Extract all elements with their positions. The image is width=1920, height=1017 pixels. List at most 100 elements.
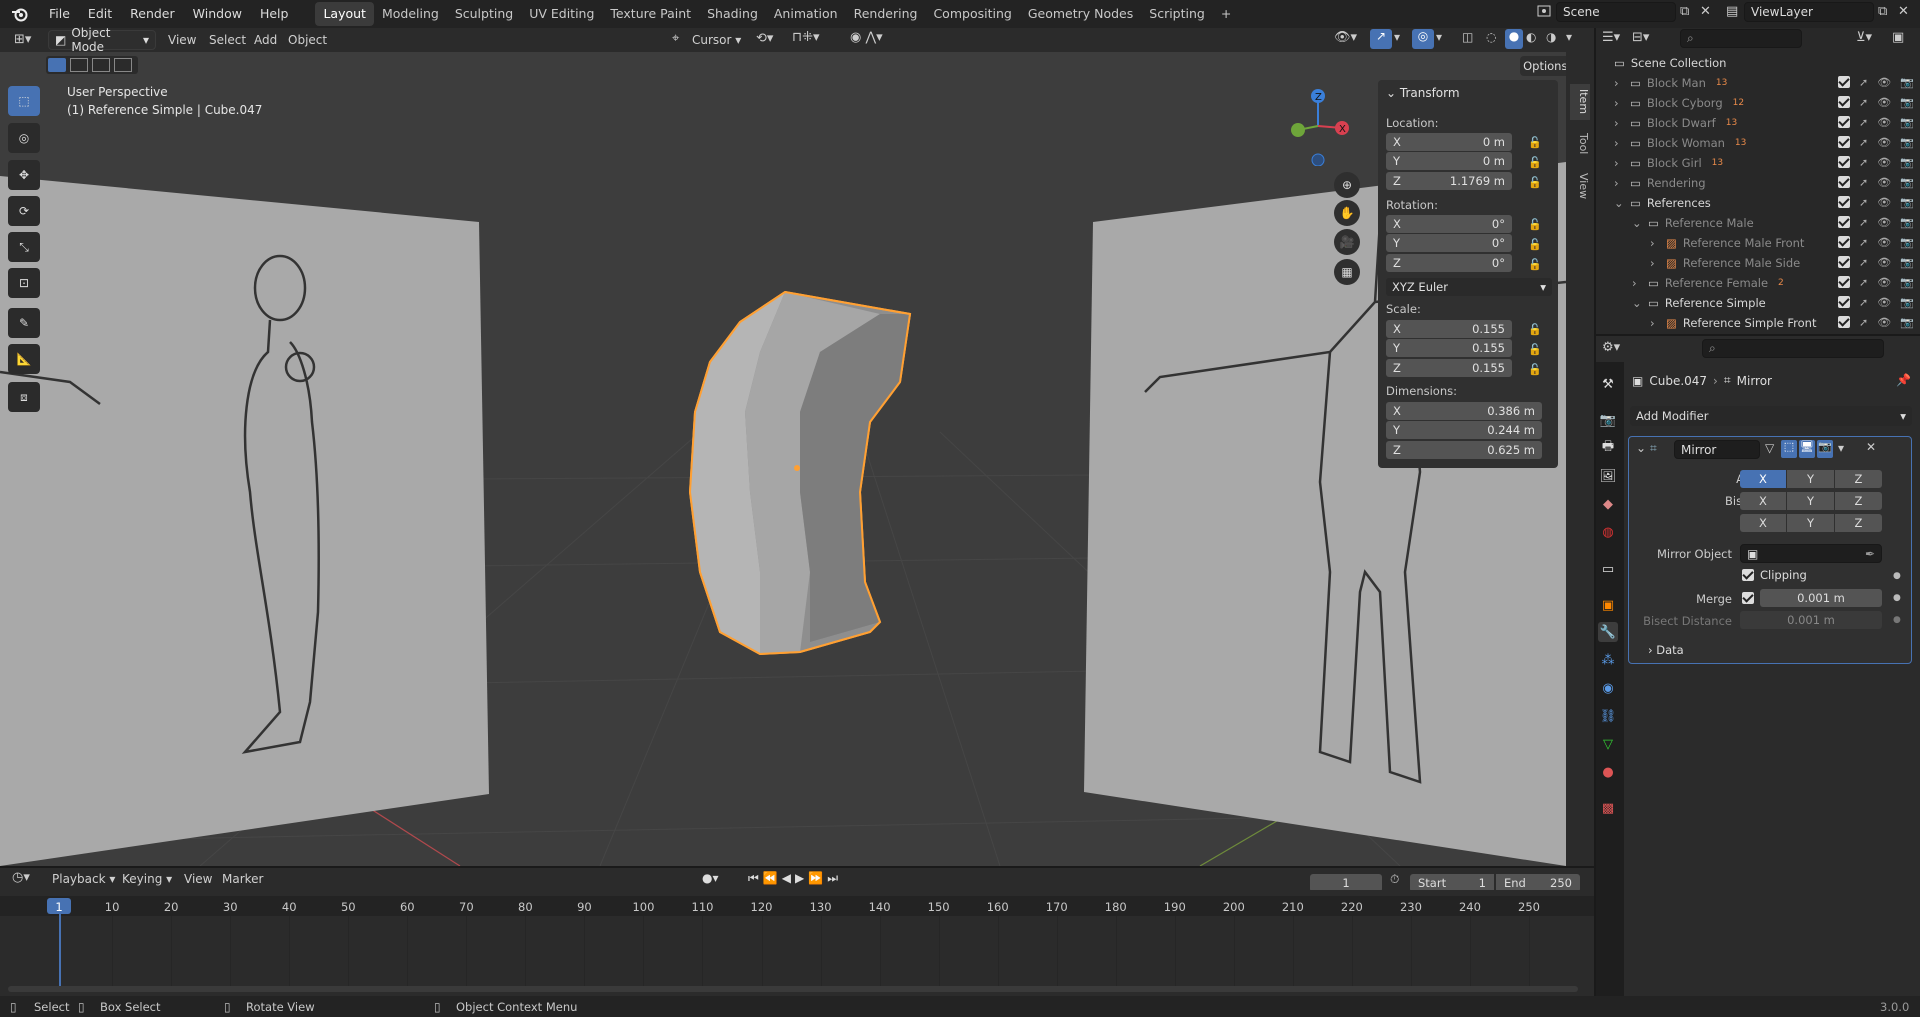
data-properties-icon[interactable]: ▽ xyxy=(1598,734,1618,754)
camera-icon[interactable]: 📷 xyxy=(1900,276,1914,289)
expand-icon[interactable]: › xyxy=(1650,256,1662,270)
gizmo-toggle-icon[interactable]: ↗ xyxy=(1370,29,1392,49)
reference-plane-left[interactable] xyxy=(0,176,489,866)
menu-render[interactable]: Render xyxy=(121,0,184,28)
editor-type-icon[interactable]: ⊞▾ xyxy=(14,32,31,47)
selectable-arrow-icon[interactable]: ➚ xyxy=(1859,216,1868,229)
camera-icon[interactable]: 📷 xyxy=(1900,96,1914,109)
exclude-checkbox-icon[interactable] xyxy=(1838,216,1850,228)
remove-modifier-icon[interactable]: ✕ xyxy=(1866,440,1876,454)
mirror-object-field[interactable]: ▣ ✒ xyxy=(1740,544,1882,563)
exclude-checkbox-icon[interactable] xyxy=(1838,316,1850,328)
axis-x-toggle[interactable]: X xyxy=(1740,470,1786,488)
filter-icon[interactable]: ⊻▾ xyxy=(1856,30,1872,45)
eye-icon[interactable]: 👁 xyxy=(1877,216,1891,229)
jump-start-icon[interactable]: ⏮ xyxy=(748,871,763,885)
merge-checkbox[interactable] xyxy=(1742,592,1754,607)
measure-tool-icon[interactable]: 📐 xyxy=(8,344,40,374)
tab-shading[interactable]: Shading xyxy=(699,2,766,26)
view-layer-selector[interactable]: ViewLayer xyxy=(1744,2,1874,22)
tab-rendering[interactable]: Rendering xyxy=(846,2,926,26)
selectable-arrow-icon[interactable]: ➚ xyxy=(1859,296,1868,309)
rendered-shading-icon[interactable]: ◑ xyxy=(1546,30,1556,44)
selectable-arrow-icon[interactable]: ➚ xyxy=(1859,236,1868,249)
select-box-tool-icon[interactable]: ⬚ xyxy=(8,86,40,116)
clipping-checkbox[interactable]: Clipping xyxy=(1742,568,1807,582)
selectable-arrow-icon[interactable]: ➚ xyxy=(1859,316,1868,329)
location-x-field[interactable]: X0 m xyxy=(1386,133,1512,151)
lock-rotation-x-icon[interactable]: 🔓 xyxy=(1528,218,1542,231)
camera-icon[interactable]: 📷 xyxy=(1900,236,1914,249)
axis-z-toggle[interactable]: Z xyxy=(1835,470,1882,488)
outliner-editor-icon[interactable]: ☰▾ xyxy=(1602,30,1620,45)
exclude-checkbox-icon[interactable] xyxy=(1838,236,1850,248)
expand-icon[interactable]: › xyxy=(1614,76,1626,90)
modifier-name-field[interactable]: Mirror xyxy=(1674,440,1760,459)
proportional-edit-icon[interactable]: ◉ ⋀▾ xyxy=(850,30,883,45)
navigation-gizmo[interactable]: Z X xyxy=(1286,86,1352,166)
exclude-checkbox-icon[interactable] xyxy=(1838,276,1850,288)
camera-icon[interactable]: 📷 xyxy=(1900,196,1914,209)
timeline-editor-icon[interactable]: ◷▾ xyxy=(12,870,30,885)
ortho-grid-icon[interactable]: ▦ xyxy=(1334,259,1360,285)
camera-icon[interactable]: 📷 xyxy=(1900,136,1914,149)
bisect-y-toggle[interactable]: Y xyxy=(1787,492,1834,510)
snap-icon[interactable]: ⊓⁜▾ xyxy=(792,30,820,45)
camera-icon[interactable]: 📷 xyxy=(1900,156,1914,169)
outliner-display-mode-icon[interactable]: ⊟▾ xyxy=(1632,30,1649,45)
camera-icon[interactable]: 📷 xyxy=(1900,176,1914,189)
copy-scene-icon[interactable]: ⧉ xyxy=(1680,4,1689,19)
selectable-arrow-icon[interactable]: ➚ xyxy=(1859,176,1868,189)
eye-icon[interactable]: 👁 xyxy=(1877,116,1891,129)
eye-icon[interactable]: 👁 xyxy=(1877,296,1891,309)
collapse-chevron-icon[interactable]: ⌄ xyxy=(1636,441,1646,455)
transform-tool-icon[interactable]: ⊡ xyxy=(8,268,40,298)
bisect-distance-keyframe-dot[interactable]: ● xyxy=(1893,615,1901,625)
expand-icon[interactable]: › xyxy=(1614,116,1626,130)
sidebar-tab-view[interactable]: View xyxy=(1570,168,1590,204)
tab-layout[interactable]: Layout xyxy=(315,2,374,26)
lock-scale-y-icon[interactable]: 🔓 xyxy=(1528,343,1542,356)
camera-icon[interactable]: 📷 xyxy=(1900,76,1914,89)
pivot-point-icon[interactable]: ⟲▾ xyxy=(756,31,773,46)
eye-icon[interactable]: 👁 xyxy=(1877,156,1891,169)
data-subpanel-header[interactable]: › Data xyxy=(1648,643,1684,657)
cursor-tool-icon[interactable]: ◎ xyxy=(8,123,40,153)
eye-icon[interactable]: 👁 xyxy=(1877,136,1891,149)
eye-icon[interactable]: 👁 xyxy=(1877,236,1891,249)
camera-icon[interactable]: 📷 xyxy=(1900,256,1914,269)
lock-location-z-icon[interactable]: 🔓 xyxy=(1528,176,1542,189)
world-properties-icon[interactable]: ◍ xyxy=(1598,522,1618,542)
expand-icon[interactable]: › xyxy=(1614,136,1626,150)
lock-location-x-icon[interactable]: 🔓 xyxy=(1528,136,1542,149)
gizmo-dropdown-icon[interactable]: ▾ xyxy=(1394,30,1400,44)
menu-help[interactable]: Help xyxy=(251,0,298,28)
viewport-menu-add[interactable]: Add xyxy=(254,33,277,47)
expand-icon[interactable]: › xyxy=(1632,276,1644,290)
camera-icon[interactable]: 📷 xyxy=(1900,116,1914,129)
stopwatch-icon[interactable]: ⏱ xyxy=(1390,872,1399,887)
timeline-scrollbar[interactable] xyxy=(8,986,1578,992)
lock-rotation-z-icon[interactable]: 🔓 xyxy=(1528,258,1542,271)
viewport-menu-view[interactable]: View xyxy=(168,33,196,47)
properties-editor-icon[interactable]: ⚙▾ xyxy=(1602,340,1620,355)
timeline-menu-marker[interactable]: Marker xyxy=(222,872,263,886)
eye-icon[interactable]: 👁 xyxy=(1877,256,1891,269)
add-modifier-dropdown[interactable]: Add Modifier ▾ xyxy=(1630,406,1912,426)
pivot-selector[interactable]: Cursor ▾ xyxy=(692,33,741,47)
expand-icon[interactable]: › xyxy=(1650,316,1662,330)
constraints-properties-icon[interactable]: ⛓ xyxy=(1598,706,1618,726)
lock-location-y-icon[interactable]: 🔓 xyxy=(1528,156,1542,169)
camera-icon[interactable]: 📷 xyxy=(1900,216,1914,229)
viewport-display-toggle-icon[interactable]: 🖥 xyxy=(1799,440,1815,458)
render-toggle-icon[interactable]: 📷 xyxy=(1817,440,1833,458)
exclude-checkbox-icon[interactable] xyxy=(1838,76,1850,88)
selectable-arrow-icon[interactable]: ➚ xyxy=(1859,96,1868,109)
jump-keyframe-back-icon[interactable]: ⏪ xyxy=(763,871,782,885)
record-icon[interactable]: ●▾ xyxy=(702,871,719,885)
tab-geometry-nodes[interactable]: Geometry Nodes xyxy=(1020,2,1141,26)
output-properties-icon[interactable]: 🖶 xyxy=(1598,438,1618,458)
viewport-menu-select[interactable]: Select xyxy=(209,33,246,47)
add-cube-tool-icon[interactable]: ⧈ xyxy=(8,382,40,412)
timeline-menu-keying[interactable]: Keying ▾ xyxy=(122,872,172,886)
